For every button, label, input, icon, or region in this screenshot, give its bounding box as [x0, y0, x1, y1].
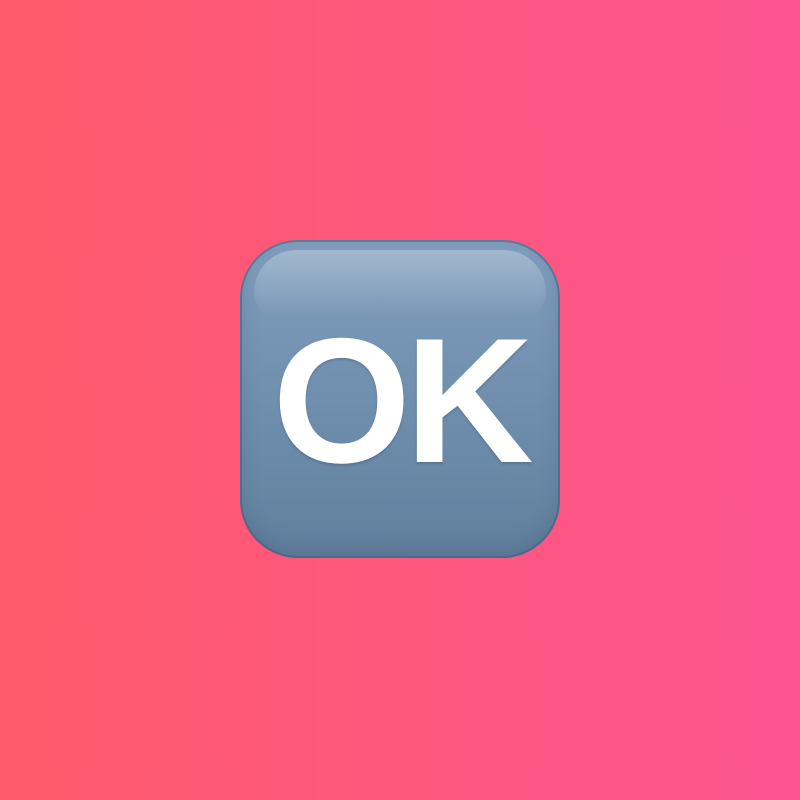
ok-label: OK	[272, 301, 534, 500]
ok-button-icon: OK	[240, 240, 560, 558]
